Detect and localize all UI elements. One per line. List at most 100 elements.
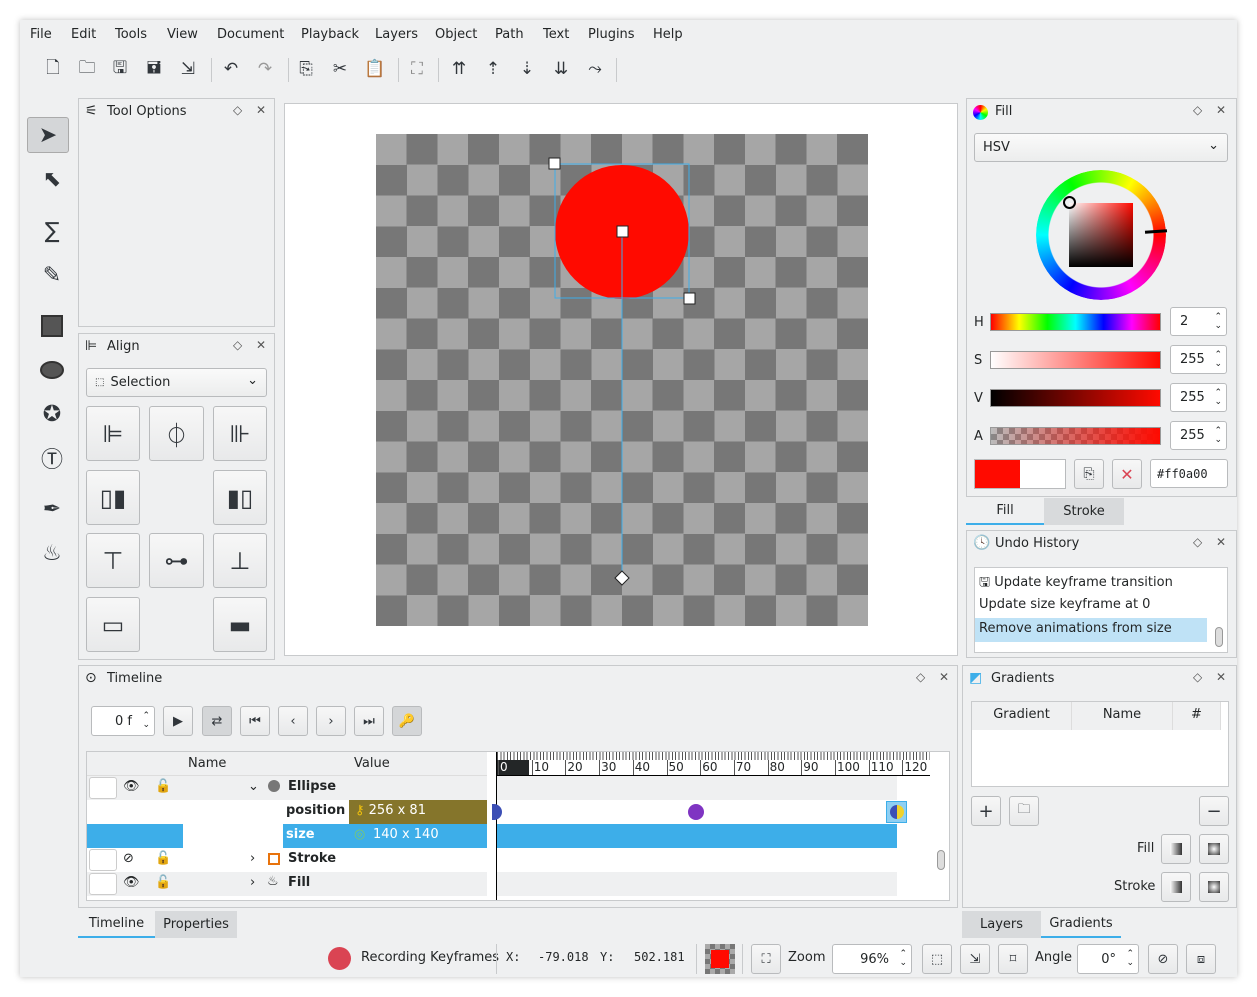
keyframe-0[interactable] — [492, 804, 502, 820]
close-icon[interactable]: ✕ — [939, 670, 949, 684]
undo-icon[interactable]: ↶ — [218, 56, 244, 82]
add-gradient-button[interactable]: + — [971, 796, 1001, 826]
chevron-down-icon[interactable]: ⌄ — [248, 779, 259, 794]
fill-icon[interactable]: ♨ — [31, 535, 73, 571]
menu-file[interactable]: File — [30, 27, 52, 42]
zoom-out-button[interactable]: ⇲ — [960, 944, 990, 974]
zoom-spinbox[interactable]: 96% ⌃ ⌄ — [832, 944, 912, 974]
align-right-button[interactable]: ⊪ — [213, 406, 267, 461]
layer-color[interactable] — [89, 777, 117, 799]
record-keyframes-button[interactable]: 🔑 — [392, 706, 422, 736]
keyframe-120-selected[interactable] — [886, 801, 907, 823]
close-icon[interactable]: ✕ — [256, 338, 266, 352]
lock-icon[interactable]: 🔓 — [155, 779, 171, 794]
swap-color-button[interactable]: ⎘ — [1074, 459, 1104, 489]
saturation-slider[interactable] — [990, 351, 1161, 369]
undo-item-current[interactable]: Remove animations from size — [975, 618, 1207, 642]
layer-row-stroke[interactable]: ⊘ 🔓 › Stroke — [87, 848, 487, 872]
menu-playback[interactable]: Playback — [301, 27, 359, 42]
float-icon[interactable]: ◇ — [233, 338, 242, 352]
property-row-position[interactable]: position ⚷ 256 x 81 — [87, 800, 487, 824]
lower-to-bottom-icon[interactable]: ⇊ — [548, 56, 574, 82]
object-to-path-icon[interactable]: ⤳ — [582, 56, 608, 82]
chevron-right-icon[interactable]: › — [250, 875, 255, 890]
star-icon[interactable]: ✪ — [31, 396, 73, 432]
menu-path[interactable]: Path — [495, 27, 524, 42]
distribute-bottom-button[interactable]: ▬ — [213, 597, 267, 652]
draw-bezier-icon[interactable]: ∑ — [31, 213, 73, 249]
last-frame-button[interactable]: ⏭ — [354, 706, 384, 736]
timeline-ruler[interactable]: 0 10 20 30 40 50 60 70 80 90 100 110 120 — [497, 752, 930, 776]
stroke-linear-gradient-button[interactable] — [1161, 872, 1191, 902]
zoom-in-button[interactable]: ⬚ — [922, 944, 952, 974]
distribute-top-button[interactable]: ▭ — [86, 597, 140, 652]
cut-icon[interactable]: ✂ — [327, 56, 353, 82]
tab-timeline[interactable]: Timeline — [78, 911, 155, 938]
v-spinbox[interactable]: 255 ⌃ ⌄ — [1170, 383, 1227, 412]
stroke-radial-gradient-button[interactable] — [1199, 872, 1229, 902]
redo-icon[interactable]: ↷ — [252, 56, 278, 82]
layer-row-fill[interactable]: 👁 🔓 › ♨ Fill — [87, 872, 487, 896]
clear-color-button[interactable]: ✕ — [1112, 459, 1142, 489]
angle-spinbox[interactable]: 0° ⌃ ⌄ — [1077, 944, 1139, 974]
fill-linear-gradient-button[interactable] — [1161, 834, 1191, 864]
flip-view-button[interactable]: ⧈ — [1186, 944, 1216, 974]
freehand-icon[interactable]: ✎ — [31, 257, 73, 293]
scrollbar[interactable] — [1215, 627, 1223, 647]
menu-tools[interactable]: Tools — [115, 27, 147, 42]
tab-properties[interactable]: Properties — [155, 911, 237, 938]
resize-handle[interactable] — [548, 157, 561, 170]
close-icon[interactable]: ✕ — [1216, 535, 1226, 549]
lock-icon[interactable]: 🔓 — [155, 875, 171, 890]
menu-help[interactable]: Help — [653, 27, 683, 42]
tab-layers[interactable]: Layers — [962, 911, 1041, 938]
tab-stroke[interactable]: Stroke — [1044, 498, 1124, 525]
align-top-button[interactable]: ⊤ — [86, 533, 140, 588]
menu-view[interactable]: View — [167, 27, 198, 42]
close-icon[interactable]: ✕ — [1216, 670, 1226, 684]
h-spinbox[interactable]: 2 ⌃ ⌄ — [1170, 307, 1227, 336]
hex-input[interactable]: #ff0a00 — [1150, 459, 1228, 488]
align-left-button[interactable]: ⊫ — [86, 406, 140, 461]
save-icon[interactable]: 🖫 — [107, 56, 133, 82]
align-relative-select[interactable]: ⬚ Selection ⌄ — [86, 368, 267, 397]
float-icon[interactable]: ◇ — [1193, 670, 1202, 684]
remove-gradient-button[interactable]: − — [1199, 796, 1229, 826]
tab-fill[interactable]: Fill — [966, 498, 1044, 525]
rotate-reset-button[interactable]: ⊘ — [1148, 944, 1178, 974]
keyframe-60[interactable] — [688, 804, 704, 820]
position-handle[interactable] — [616, 225, 629, 238]
text-icon[interactable]: Ⓣ — [31, 440, 73, 476]
play-button[interactable]: ▶ — [163, 706, 193, 736]
copy-icon[interactable]: ⎘ — [293, 56, 319, 82]
color-mode-select[interactable]: HSV ⌄ — [974, 133, 1228, 162]
open-icon[interactable]: 🗀 — [74, 56, 100, 82]
s-spinbox[interactable]: 255 ⌃ ⌄ — [1170, 345, 1227, 374]
color-picker-icon[interactable]: ✒ — [31, 491, 73, 527]
edit-nodes-icon[interactable]: ⬉ — [31, 161, 73, 197]
alpha-slider[interactable] — [990, 427, 1161, 445]
open-gradient-button[interactable]: 🗀 — [1009, 796, 1039, 826]
menu-document[interactable]: Document — [217, 27, 284, 42]
paste-icon[interactable]: 📋 — [362, 56, 388, 82]
scrollbar[interactable] — [937, 850, 945, 870]
float-icon[interactable]: ◇ — [233, 103, 242, 117]
align-hcenter-button[interactable]: ⏀ — [149, 406, 204, 461]
layer-row-ellipse[interactable]: 👁 🔓 ⌄ Ellipse — [87, 776, 487, 800]
current-color-swatch[interactable] — [705, 944, 735, 974]
lock-icon[interactable]: 🔓 — [155, 851, 171, 866]
tab-gradients[interactable]: Gradients — [1041, 911, 1121, 938]
first-frame-button[interactable]: ⏮ — [240, 706, 270, 736]
distribute-left-button[interactable]: ▯▮ — [86, 470, 140, 525]
visible-eye-icon[interactable]: 👁 — [123, 779, 140, 794]
lower-icon[interactable]: ⇣ — [514, 56, 540, 82]
a-spinbox[interactable]: 255 ⌃ ⌄ — [1170, 421, 1227, 450]
chevron-right-icon[interactable]: › — [250, 851, 255, 866]
close-icon[interactable]: ✕ — [256, 103, 266, 117]
loop-button[interactable]: ⇄ — [202, 706, 232, 736]
menu-text[interactable]: Text — [543, 27, 569, 42]
export-icon[interactable]: ⇲ — [175, 56, 201, 82]
frame-spinbox[interactable]: 0 f ⌃ ⌄ — [91, 706, 155, 736]
prev-frame-button[interactable]: ‹ — [278, 706, 308, 736]
distribute-right-button[interactable]: ▮▯ — [213, 470, 267, 525]
